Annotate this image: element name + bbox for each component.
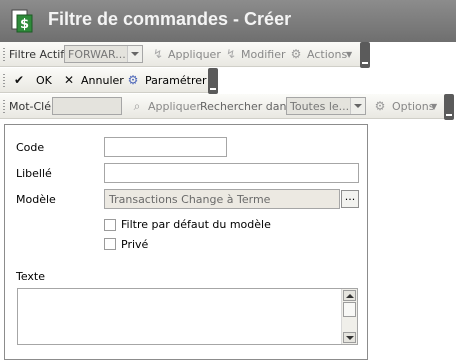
code-input[interactable] bbox=[104, 137, 227, 157]
toolbar-grip[interactable] bbox=[3, 48, 5, 61]
actions-chevron-icon: ▼ bbox=[346, 50, 353, 59]
title-bar: $ Filtre de commandes - Créer bbox=[0, 0, 456, 42]
apply-filter-icon: ↯ bbox=[152, 47, 164, 61]
libelle-label: Libellé bbox=[16, 167, 52, 180]
toolbar-overflow-button[interactable] bbox=[360, 42, 370, 68]
settings-gear-icon: ⚙ bbox=[127, 73, 139, 87]
action-toolbar: ✔ OK ✕ Annuler ⚙ Paramétrer bbox=[0, 68, 210, 93]
gear-icon: ⚙ bbox=[290, 47, 302, 61]
default-filter-checkbox[interactable] bbox=[104, 219, 116, 231]
toolbar-grip[interactable] bbox=[3, 74, 5, 87]
libelle-input[interactable] bbox=[104, 163, 359, 183]
toolbar-grip[interactable] bbox=[3, 100, 5, 113]
search-in-label: Rechercher dans bbox=[200, 100, 293, 113]
chevron-down-icon bbox=[127, 46, 142, 62]
private-checkbox[interactable] bbox=[104, 238, 116, 250]
code-label: Code bbox=[16, 141, 45, 154]
chevron-down-icon bbox=[350, 98, 365, 114]
search-toolbar: Mot-Clé ⌕ Appliquer Rechercher dans Tout… bbox=[0, 94, 446, 119]
window-title: Filtre de commandes - Créer bbox=[48, 9, 292, 29]
svg-text:$: $ bbox=[20, 17, 29, 32]
scroll-up-button[interactable] bbox=[343, 290, 356, 301]
modele-browse-button[interactable]: ... bbox=[341, 190, 359, 208]
toolbar-overflow-button[interactable] bbox=[444, 94, 454, 120]
gear-icon: ⚙ bbox=[374, 99, 386, 113]
texte-textarea[interactable] bbox=[17, 288, 358, 345]
active-filter-label: Filtre Actif bbox=[9, 48, 65, 61]
cancel-button[interactable]: Annuler bbox=[81, 74, 124, 87]
active-filter-value: FORWAR... bbox=[68, 48, 126, 61]
scroll-down-button[interactable] bbox=[343, 332, 356, 343]
modele-input: Transactions Change à Terme bbox=[104, 189, 340, 209]
keyword-input[interactable] bbox=[52, 97, 122, 115]
options-chevron-icon: ▼ bbox=[431, 102, 438, 111]
private-label: Privé bbox=[121, 238, 149, 251]
search-in-value: Toutes le... bbox=[290, 100, 350, 113]
app-dollar-doc-icon: $ bbox=[11, 9, 33, 33]
texte-label: Texte bbox=[16, 270, 46, 283]
modele-value: Transactions Change à Terme bbox=[109, 193, 271, 206]
filter-toolbar: Filtre Actif FORWAR... ↯ Appliquer ↯ Mod… bbox=[0, 42, 362, 67]
scroll-thumb[interactable] bbox=[343, 302, 356, 317]
modify-filter-icon: ↯ bbox=[225, 47, 237, 61]
binoculars-icon: ⌕ bbox=[133, 99, 141, 113]
ok-button[interactable]: OK bbox=[36, 74, 52, 87]
check-icon: ✔ bbox=[13, 73, 25, 87]
keyword-label: Mot-Clé bbox=[9, 100, 52, 113]
default-filter-label: Filtre par défaut du modèle bbox=[121, 218, 271, 231]
settings-button[interactable]: Paramétrer bbox=[145, 74, 207, 87]
filter-form-panel: Code Libellé Modèle Transactions Change … bbox=[4, 124, 368, 360]
modele-label: Modèle bbox=[16, 193, 56, 206]
toolbar-overflow-button[interactable] bbox=[208, 68, 218, 94]
modify-filter-button[interactable]: Modifier bbox=[241, 48, 285, 61]
active-filter-select[interactable]: FORWAR... bbox=[64, 45, 143, 63]
options-menu-button[interactable]: Options bbox=[392, 100, 434, 113]
close-icon: ✕ bbox=[63, 73, 75, 87]
apply-search-button[interactable]: Appliquer bbox=[148, 100, 201, 113]
texte-scrollbar[interactable] bbox=[341, 289, 357, 344]
actions-menu-button[interactable]: Actions bbox=[307, 48, 347, 61]
apply-filter-button[interactable]: Appliquer bbox=[168, 48, 221, 61]
search-in-select[interactable]: Toutes le... bbox=[286, 97, 366, 115]
